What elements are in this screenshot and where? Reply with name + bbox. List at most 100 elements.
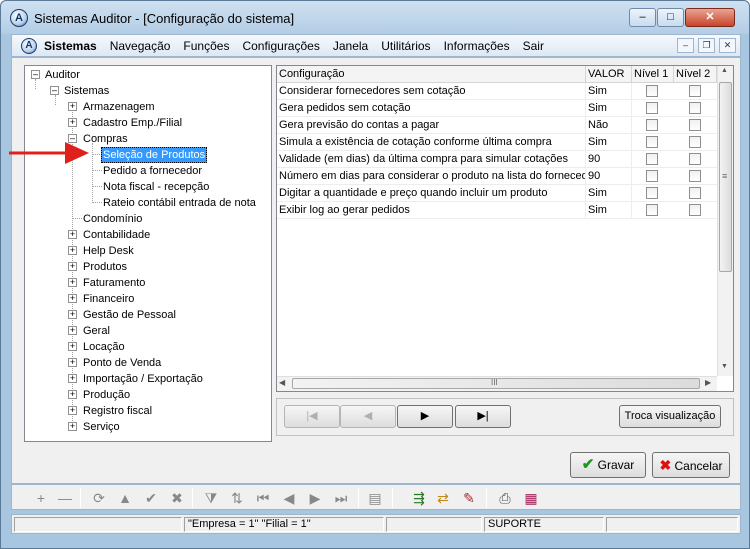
tree-node-label[interactable]: Financeiro xyxy=(83,291,134,307)
close-button[interactable]: ✕ xyxy=(685,8,735,27)
tree-node-label[interactable]: Contabilidade xyxy=(83,227,150,243)
first-record-button[interactable]: |◀ xyxy=(284,405,340,428)
value-cell[interactable]: Sim xyxy=(586,83,632,100)
table-row[interactable]: Simula a existência de cotação conforme … xyxy=(277,134,717,151)
last-record-button[interactable]: ▶| xyxy=(455,405,511,428)
tree-node-label[interactable]: Cadastro Emp./Filial xyxy=(83,115,182,131)
nivel1-checkbox[interactable] xyxy=(646,119,658,131)
mdi-restore-button[interactable]: ❐ xyxy=(698,38,715,53)
up-icon[interactable]: ▲ xyxy=(116,489,134,507)
toggle-view-button[interactable]: Troca visualização xyxy=(619,405,721,428)
add-icon[interactable]: + xyxy=(32,489,50,507)
expand-toggle[interactable]: + xyxy=(68,246,77,255)
filter-icon[interactable]: ⧩ xyxy=(202,489,220,507)
last-icon[interactable]: ⏭ xyxy=(332,489,350,507)
table-row[interactable]: Considerar fornecedores sem cotação Sim xyxy=(277,83,717,100)
table-row[interactable]: Gera previsão do contas a pagar Não xyxy=(277,117,717,134)
scroll-down-icon[interactable]: ▼ xyxy=(721,363,728,370)
nivel1-checkbox[interactable] xyxy=(646,153,658,165)
minimize-button[interactable]: – xyxy=(629,8,656,27)
config-cell[interactable]: Número em dias para considerar o produto… xyxy=(277,168,586,185)
tree-node-label[interactable]: Nota fiscal - recepção xyxy=(103,179,209,195)
systems-tree[interactable]: – Auditor – Sistemas + Armazenagem + Cad… xyxy=(24,65,272,442)
title-bar[interactable]: A Sistemas Auditor - [Configuração do si… xyxy=(1,1,749,34)
value-cell[interactable]: Não xyxy=(586,117,632,134)
nivel2-checkbox[interactable] xyxy=(689,153,701,165)
expand-toggle[interactable]: + xyxy=(68,358,77,367)
expand-toggle[interactable]: + xyxy=(68,262,77,271)
tree-node-label[interactable]: Seleção de Produtos xyxy=(101,147,208,163)
menu-sair[interactable]: Sair xyxy=(523,39,544,53)
menu-utilitarios[interactable]: Utilitários xyxy=(381,39,430,53)
config-cell[interactable]: Gera previsão do contas a pagar xyxy=(277,117,586,134)
menu-informacoes[interactable]: Informações xyxy=(444,39,510,53)
menu-janela[interactable]: Janela xyxy=(333,39,368,53)
tree-node-label[interactable]: Gestão de Pessoal xyxy=(83,307,176,323)
expand-toggle[interactable]: + xyxy=(68,326,77,335)
next-icon[interactable]: ▶ xyxy=(306,489,324,507)
nivel2-checkbox[interactable] xyxy=(689,119,701,131)
column-header-valor[interactable]: VALOR xyxy=(586,66,632,83)
tree-node-label[interactable]: Faturamento xyxy=(83,275,145,291)
configuration-grid[interactable]: Configuração VALOR Nível 1 Nível 2 Consi… xyxy=(276,65,734,392)
table-row[interactable]: Validade (em dias) da última compra para… xyxy=(277,151,717,168)
confirm-icon[interactable]: ✔ xyxy=(142,489,160,507)
config-cell[interactable]: Exibir log ao gerar pedidos xyxy=(277,202,586,219)
remove-icon[interactable]: — xyxy=(56,489,74,507)
table-row[interactable]: Gera pedidos sem cotação Sim xyxy=(277,100,717,117)
horizontal-scroll-thumb[interactable]: III xyxy=(292,378,700,389)
print-icon[interactable]: ⎙ xyxy=(496,489,514,507)
vertical-scroll-thumb[interactable]: ≡ xyxy=(719,82,732,272)
save-button[interactable]: ✔ Gravar xyxy=(570,452,646,478)
nivel1-checkbox[interactable] xyxy=(646,204,658,216)
mdi-minimize-button[interactable]: – xyxy=(677,38,694,53)
expand-toggle[interactable]: + xyxy=(68,422,77,431)
nivel1-checkbox[interactable] xyxy=(646,187,658,199)
tree-node-label[interactable]: Locação xyxy=(83,339,125,355)
menu-navegacao[interactable]: Navegação xyxy=(110,39,171,53)
expand-toggle[interactable]: + xyxy=(68,294,77,303)
maximize-button[interactable]: □ xyxy=(657,8,684,27)
tree-node-label[interactable]: Registro fiscal xyxy=(83,403,152,419)
expand-toggle[interactable]: + xyxy=(68,342,77,351)
mdi-close-button[interactable]: ✕ xyxy=(719,38,736,53)
nivel2-checkbox[interactable] xyxy=(689,170,701,182)
collapse-toggle[interactable]: – xyxy=(31,70,40,79)
config-cell[interactable]: Digitar a quantidade e preço quando incl… xyxy=(277,185,586,202)
nivel1-checkbox[interactable] xyxy=(646,170,658,182)
nivel2-checkbox[interactable] xyxy=(689,85,701,97)
tree-node-label[interactable]: Pedido a fornecedor xyxy=(103,163,202,179)
value-cell[interactable]: 90 xyxy=(586,151,632,168)
calendar-icon[interactable]: ▦ xyxy=(522,489,540,507)
config-cell[interactable]: Validade (em dias) da última compra para… xyxy=(277,151,586,168)
expand-toggle[interactable]: + xyxy=(68,406,77,415)
nivel2-checkbox[interactable] xyxy=(689,204,701,216)
column-header-nivel2[interactable]: Nível 2 xyxy=(674,66,717,83)
sort-icon[interactable]: ⇅ xyxy=(228,489,246,507)
config-cell[interactable]: Simula a existência de cotação conforme … xyxy=(277,134,586,151)
cancel-button[interactable]: ✖ Cancelar xyxy=(652,452,730,478)
column-header-nivel1[interactable]: Nível 1 xyxy=(632,66,674,83)
previous-icon[interactable]: ◀ xyxy=(280,489,298,507)
collapse-toggle[interactable]: – xyxy=(50,86,59,95)
cancel-icon[interactable]: ✖ xyxy=(168,489,186,507)
menu-funcoes[interactable]: Funções xyxy=(183,39,229,53)
tree-node-label[interactable]: Serviço xyxy=(83,419,120,435)
first-icon[interactable]: ⏮ xyxy=(254,489,272,507)
nivel1-checkbox[interactable] xyxy=(646,102,658,114)
expand-toggle[interactable]: + xyxy=(68,230,77,239)
refresh-icon[interactable]: ⟳ xyxy=(90,489,108,507)
nivel1-checkbox[interactable] xyxy=(646,136,658,148)
tree-node-label[interactable]: Produtos xyxy=(83,259,127,275)
tree-node-label[interactable]: Sistemas xyxy=(64,83,109,99)
edit-icon[interactable]: ✎ xyxy=(460,489,478,507)
expand-toggle[interactable]: + xyxy=(68,278,77,287)
tree-node-label[interactable]: Ponto de Venda xyxy=(83,355,161,371)
report-icon[interactable]: ▤ xyxy=(366,489,384,507)
nivel2-checkbox[interactable] xyxy=(689,102,701,114)
config-cell[interactable]: Gera pedidos sem cotação xyxy=(277,100,586,117)
value-cell[interactable]: Sim xyxy=(586,100,632,117)
column-header-configuracao[interactable]: Configuração xyxy=(277,66,586,83)
export-icon[interactable]: ⇶ xyxy=(410,489,428,507)
tree-node-label[interactable]: Help Desk xyxy=(83,243,134,259)
